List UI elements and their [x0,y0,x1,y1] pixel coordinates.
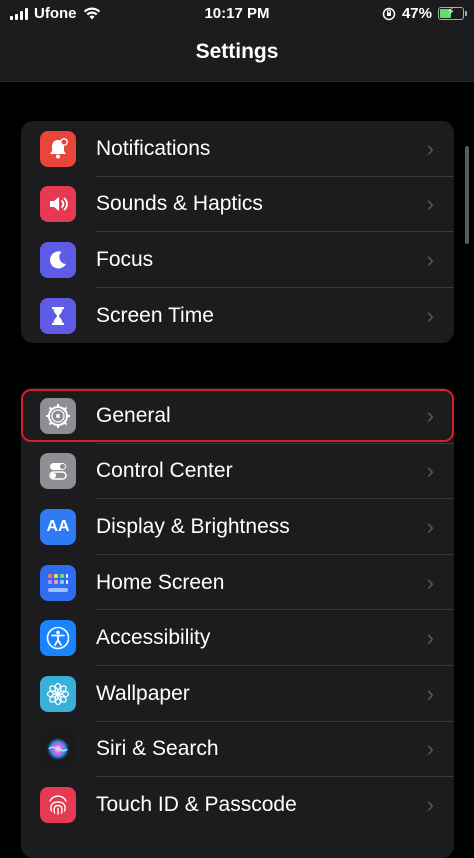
item-label: Accessibility [96,626,211,650]
settings-item-touch-id-passcode[interactable]: Touch ID & Passcode › [21,777,454,833]
settings-item-wallpaper[interactable]: Wallpaper › [21,666,454,722]
item-label: Control Center [96,459,233,483]
chevron-right-icon: › [426,680,434,706]
battery-indicator: 47% ⚡ [382,5,467,22]
item-label: Notifications [96,136,211,160]
moon-icon [40,241,76,278]
item-label: Touch ID & Passcode [96,792,297,816]
app-grid-icon [40,564,76,601]
settings-group-1: Notifications › Sounds & Haptics › Focus… [21,121,454,343]
settings-item-notifications[interactable]: Notifications › [21,121,454,177]
settings-item-accessibility[interactable]: Accessibility › [21,610,454,666]
settings-item-control-center[interactable]: Control Center › [21,444,454,500]
accessibility-icon [40,620,76,657]
item-label: Display & Brightness [96,514,290,538]
chevron-right-icon: › [426,191,434,217]
chevron-right-icon: › [426,736,434,762]
settings-item-sounds-haptics[interactable]: Sounds & Haptics › [21,177,454,233]
item-label: Wallpaper [96,681,190,705]
chevron-right-icon: › [426,135,434,161]
fingerprint-icon [40,786,76,823]
settings-item-siri-search[interactable]: Siri & Search › [21,722,454,778]
flower-icon [40,675,76,712]
bell-icon [40,130,76,167]
item-label: Siri & Search [96,737,219,761]
chevron-right-icon: › [426,625,434,651]
gear-icon [40,397,76,434]
text-size-icon: AA [40,508,76,545]
siri-icon [40,731,76,768]
chevron-right-icon: › [426,302,434,328]
chevron-right-icon: › [426,791,434,817]
scroll-indicator[interactable] [465,146,469,244]
settings-item-focus[interactable]: Focus › [21,232,454,288]
settings-item-display-brightness[interactable]: AA Display & Brightness › [21,499,454,555]
item-label: Screen Time [96,303,214,327]
settings-group-2: General › Control Center › AA Display & … [21,388,454,858]
item-label: Sounds & Haptics [96,192,263,216]
settings-item-home-screen[interactable]: Home Screen › [21,555,454,611]
chevron-right-icon: › [426,246,434,272]
toggles-icon [40,453,76,490]
hourglass-icon [40,297,76,334]
item-label: Focus [96,247,154,271]
text-size-glyph: AA [46,517,70,535]
settings-item-screen-time[interactable]: Screen Time › [21,288,454,343]
speaker-icon [40,186,76,223]
chevron-right-icon: › [426,458,434,484]
orientation-lock-icon [382,7,396,20]
item-label: General [96,403,171,427]
chevron-right-icon: › [426,569,434,595]
settings-item-general[interactable]: General › [21,388,454,444]
chevron-right-icon: › [426,513,434,539]
battery-icon: ⚡ [438,6,467,20]
battery-percentage: 47% [401,5,432,22]
item-label: Home Screen [96,570,225,594]
chevron-right-icon: › [426,402,434,428]
page-title: Settings [195,40,279,63]
status-bar: Ufone 10:17 PM 47% ⚡ [0,0,474,28]
